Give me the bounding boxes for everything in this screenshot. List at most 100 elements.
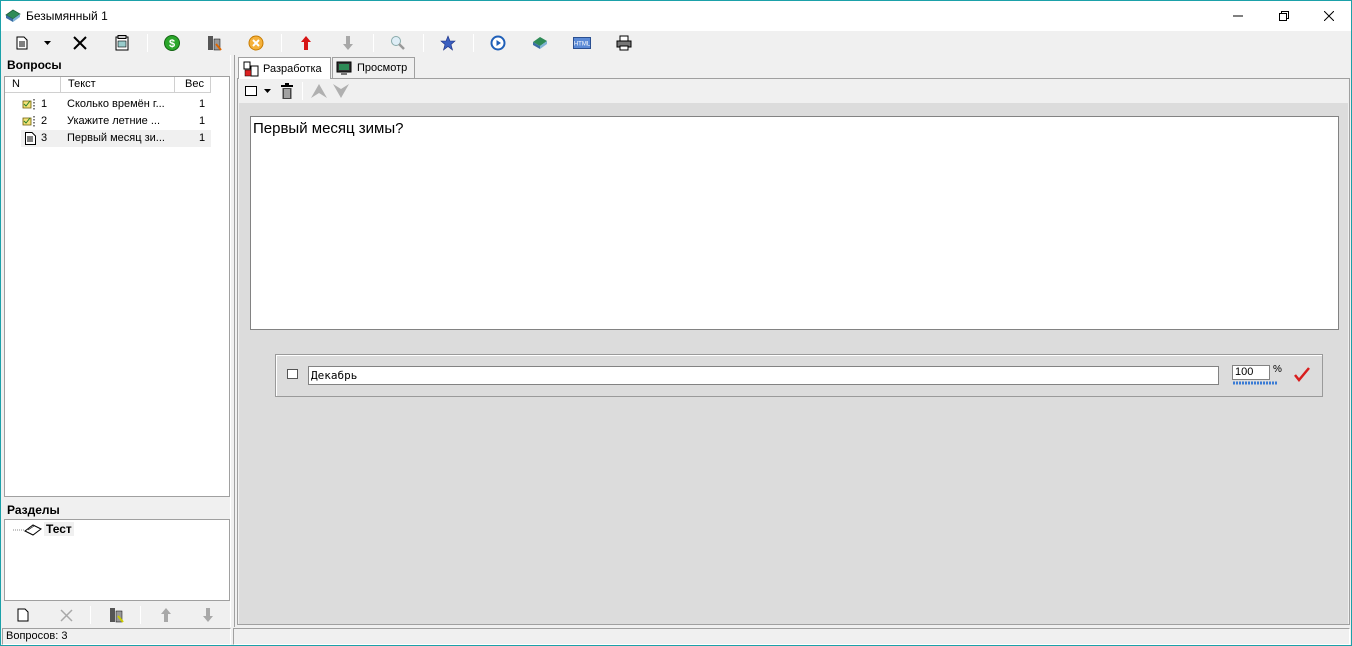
move-down-icon — [203, 608, 213, 622]
question-number: 3 — [41, 132, 48, 144]
window-title: Безымянный 1 — [26, 9, 108, 23]
column-header-n[interactable]: N — [5, 77, 61, 93]
section-item-test[interactable]: Тест — [44, 522, 74, 536]
question-weight: 1 — [199, 115, 206, 127]
close-button[interactable] — [1306, 1, 1352, 31]
text-question-icon — [25, 132, 36, 145]
tree-connector — [13, 529, 25, 531]
properties-icon — [115, 35, 129, 51]
delete-icon — [59, 608, 73, 622]
section-down-button[interactable] — [197, 604, 219, 626]
minimize-button[interactable] — [1215, 1, 1261, 31]
add-section-button[interactable] — [12, 604, 34, 626]
toolbar-separator — [281, 34, 282, 52]
answer-up-button[interactable] — [308, 80, 330, 102]
question-text-editor[interactable]: Первый месяц зимы? — [250, 116, 1339, 330]
new-dropdown-button[interactable] — [41, 32, 53, 54]
percent-slider-track[interactable] — [1232, 381, 1278, 385]
checkbox-type-icon — [245, 86, 257, 96]
sections-header: Разделы — [7, 503, 60, 517]
html-export-button[interactable]: HTML — [571, 32, 593, 54]
questions-header: Вопросы — [7, 58, 62, 72]
column-header-text[interactable]: Текст — [61, 77, 175, 93]
dropdown-arrow-icon — [43, 41, 51, 45]
question-row[interactable]: 1 Сколько времён г... 1 — [5, 96, 215, 113]
settings-icon — [110, 608, 124, 623]
money-button[interactable]: $ — [161, 32, 183, 54]
title-bar: Безымянный 1 — [1, 1, 1351, 31]
percent-sign: % — [1273, 364, 1282, 375]
question-row[interactable]: 2 Укажите летние ... 1 — [5, 113, 215, 130]
answer-text-field[interactable]: Декабрь — [308, 366, 1219, 385]
question-weight: 1 — [199, 132, 206, 144]
run-button[interactable] — [487, 32, 509, 54]
questions-list[interactable]: N Текст Вес 1 Сколько времён г... 1 2 Ук… — [4, 76, 230, 497]
column-header-weight[interactable]: Вес — [175, 77, 211, 93]
trash-icon — [281, 83, 293, 99]
monitor-icon — [336, 61, 352, 75]
sections-tree[interactable]: Тест — [4, 519, 230, 601]
restore-icon — [1279, 11, 1289, 21]
editor-area: Первый месяц зимы? Декабрь 100 % — [239, 103, 1348, 624]
app-book-icon — [5, 9, 21, 22]
move-up-icon — [301, 36, 311, 50]
answer-checkbox[interactable] — [287, 369, 298, 379]
star-icon — [440, 35, 456, 51]
question-text: Укажите летние ... — [67, 115, 161, 127]
restore-button[interactable] — [1261, 1, 1307, 31]
delete-button[interactable] — [69, 32, 91, 54]
toolbar-separator — [473, 34, 474, 52]
trash-button[interactable] — [276, 80, 298, 102]
development-icon — [243, 61, 259, 76]
status-right — [233, 628, 1350, 645]
move-down-icon — [343, 36, 353, 50]
delete-section-button[interactable] — [55, 604, 77, 626]
search-icon — [391, 36, 405, 50]
delete-icon — [73, 36, 87, 50]
chevron-up-icon — [311, 84, 327, 98]
print-button[interactable] — [613, 32, 635, 54]
toolbar-separator — [90, 606, 91, 624]
properties-button[interactable] — [111, 32, 133, 54]
toolbar-separator — [302, 82, 303, 100]
export-button[interactable] — [529, 32, 551, 54]
vertical-splitter[interactable] — [230, 55, 235, 627]
correct-check-icon[interactable] — [1294, 367, 1310, 383]
tab-development-label: Разработка — [263, 62, 322, 75]
new-doc-icon — [16, 36, 28, 50]
toolbar-separator — [147, 34, 148, 52]
question-weight: 1 — [199, 98, 206, 110]
search-button[interactable] — [387, 32, 409, 54]
answer-down-button[interactable] — [330, 80, 352, 102]
tab-preview[interactable]: Просмотр — [332, 57, 415, 78]
answer-type-dropdown[interactable] — [260, 80, 274, 102]
answer-type-button[interactable] — [240, 80, 262, 102]
favorite-button[interactable] — [437, 32, 459, 54]
move-down-button[interactable] — [337, 32, 359, 54]
move-up-button[interactable] — [295, 32, 317, 54]
question-number: 2 — [41, 115, 48, 127]
new-button[interactable] — [11, 32, 33, 54]
toolbar-separator — [373, 34, 374, 52]
dropdown-arrow-icon — [263, 89, 271, 93]
question-number: 1 — [41, 98, 48, 110]
answer-row: Декабрь 100 % — [275, 354, 1323, 397]
tools-button[interactable] — [203, 32, 225, 54]
question-row-selected[interactable]: 3 Первый месяц зи... 1 — [21, 130, 211, 147]
answer-percent-field[interactable]: 100 — [1232, 365, 1270, 380]
question-text: Сколько времён г... — [67, 98, 165, 110]
new-doc-icon — [17, 608, 29, 622]
development-panel: Первый месяц зимы? Декабрь 100 % — [237, 78, 1350, 625]
sections-toolbar — [4, 603, 230, 627]
test-book-icon — [24, 524, 42, 536]
section-tools-button[interactable] — [105, 604, 127, 626]
question-text: Первый месяц зи... — [67, 132, 165, 144]
chevron-down-icon — [333, 84, 349, 98]
tab-development[interactable]: Разработка — [238, 57, 331, 79]
tab-preview-label: Просмотр — [357, 62, 408, 74]
settings-icon — [208, 36, 222, 51]
section-up-button[interactable] — [155, 604, 177, 626]
cancel-button[interactable] — [245, 32, 267, 54]
main-toolbar: $ HTML — [1, 31, 1351, 55]
close-icon — [1324, 11, 1334, 21]
